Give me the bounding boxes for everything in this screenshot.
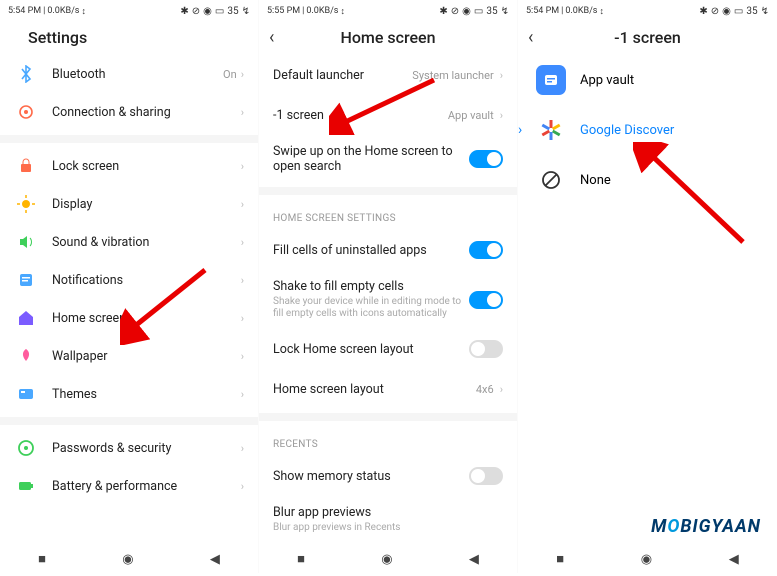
row-battery[interactable]: Battery & performance › bbox=[0, 467, 258, 505]
status-net: 0.0KB/s bbox=[565, 6, 597, 16]
chevron-icon: › bbox=[241, 198, 244, 211]
radio-none[interactable]: None bbox=[518, 155, 777, 205]
selected-icon: › bbox=[518, 122, 532, 138]
app-vault-icon bbox=[536, 65, 566, 95]
nav-back[interactable]: ◀ bbox=[210, 552, 220, 567]
row-blur-previews[interactable]: Blur app previews Blur app previews in R… bbox=[259, 496, 517, 543]
bluetooth-icon bbox=[14, 65, 38, 83]
nav-bar: ■ ◉ ◀ bbox=[259, 545, 517, 573]
status-time: 5:54 PM bbox=[526, 6, 559, 16]
nav-recents[interactable]: ■ bbox=[297, 551, 305, 567]
row-lockscreen[interactable]: Lock screen › bbox=[0, 147, 258, 185]
row-shake-fill[interactable]: Shake to fill empty cells Shake your dev… bbox=[259, 270, 517, 329]
row-bluetooth[interactable]: Bluetooth On › bbox=[0, 55, 258, 93]
nav-bar: ■ ◉ ◀ bbox=[518, 545, 777, 573]
sound-icon bbox=[14, 233, 38, 251]
chevron-icon: › bbox=[241, 68, 244, 81]
chevron-icon: › bbox=[241, 160, 244, 173]
security-icon bbox=[14, 439, 38, 457]
chevron-icon: › bbox=[241, 106, 244, 119]
google-discover-icon bbox=[536, 115, 566, 145]
dnd-icon: ⊘ bbox=[192, 6, 200, 17]
homescreen-panel: 5:55 PM | 0.0KB/s ↕ ✱⊘◉▭ 35↯ ‹ Home scre… bbox=[259, 0, 518, 573]
chevron-icon: › bbox=[241, 350, 244, 363]
section-header: RECENTS bbox=[259, 425, 517, 456]
status-time: 5:54 PM bbox=[8, 6, 41, 16]
lock-icon bbox=[14, 158, 38, 174]
toggle[interactable] bbox=[469, 467, 503, 485]
chevron-icon: › bbox=[241, 480, 244, 493]
row-wallpaper[interactable]: Wallpaper › bbox=[0, 337, 258, 375]
row-homescreen[interactable]: Home screen › bbox=[0, 299, 258, 337]
nav-back[interactable]: ◀ bbox=[469, 552, 479, 567]
wifi-icon: ◉ bbox=[203, 6, 212, 17]
home-icon bbox=[14, 309, 38, 327]
status-batt: 35 bbox=[227, 6, 238, 17]
page-title: -1 screen bbox=[552, 28, 743, 47]
chevron-icon: › bbox=[500, 383, 503, 396]
status-bar: 5:54 PM | 0.0KB/s ↕ ✱ ⊘ ◉ ▭ 35↯ bbox=[0, 0, 258, 19]
minus1-panel: 5:54 PM | 0.0KB/s ↕ ✱⊘◉▭ 35↯ ‹ -1 screen… bbox=[518, 0, 777, 573]
nav-home[interactable]: ◉ bbox=[641, 552, 652, 567]
status-net: 0.0KB/s bbox=[47, 6, 79, 16]
connection-icon bbox=[14, 103, 38, 121]
nav-home[interactable]: ◉ bbox=[122, 552, 133, 567]
chevron-icon: › bbox=[241, 236, 244, 249]
row-minus1-screen[interactable]: -1 screen App vault › bbox=[259, 95, 517, 135]
themes-icon bbox=[14, 385, 38, 403]
back-button[interactable]: ‹ bbox=[269, 27, 293, 48]
status-bar: 5:55 PM | 0.0KB/s ↕ ✱⊘◉▭ 35↯ bbox=[259, 0, 517, 19]
radio-google-discover[interactable]: › Google Discover bbox=[518, 105, 777, 155]
chevron-icon: › bbox=[241, 388, 244, 401]
nav-bar: ■ ◉ ◀ bbox=[0, 545, 258, 573]
row-sound[interactable]: Sound & vibration › bbox=[0, 223, 258, 261]
chevron-icon: › bbox=[241, 312, 244, 325]
row-connection[interactable]: Connection & sharing › bbox=[0, 93, 258, 131]
none-icon bbox=[536, 165, 566, 195]
battery-icon bbox=[14, 477, 38, 495]
status-time: 5:55 PM bbox=[267, 6, 300, 16]
settings-panel: 5:54 PM | 0.0KB/s ↕ ✱ ⊘ ◉ ▭ 35↯ Settings… bbox=[0, 0, 259, 573]
row-notifications[interactable]: Notifications › bbox=[0, 261, 258, 299]
nav-home[interactable]: ◉ bbox=[381, 552, 392, 567]
nav-recents[interactable]: ■ bbox=[556, 551, 564, 567]
row-layout[interactable]: Home screen layout 4x6 › bbox=[259, 369, 517, 409]
status-bar: 5:54 PM | 0.0KB/s ↕ ✱⊘◉▭ 35↯ bbox=[518, 0, 777, 19]
bluetooth-icon: ✱ bbox=[180, 6, 188, 17]
row-display[interactable]: Display › bbox=[0, 185, 258, 223]
chevron-icon: › bbox=[241, 442, 244, 455]
row-lock-layout[interactable]: Lock Home screen layout bbox=[259, 329, 517, 369]
wallpaper-icon bbox=[14, 347, 38, 365]
toggle[interactable] bbox=[469, 340, 503, 358]
section-header: HOME SCREEN SETTINGS bbox=[259, 199, 517, 230]
back-button[interactable]: ‹ bbox=[528, 27, 552, 48]
row-memory-status[interactable]: Show memory status bbox=[259, 456, 517, 496]
row-default-launcher[interactable]: Default launcher System launcher › bbox=[259, 55, 517, 95]
row-themes[interactable]: Themes › bbox=[0, 375, 258, 413]
toggle[interactable] bbox=[469, 291, 503, 309]
row-fill-cells[interactable]: Fill cells of uninstalled apps bbox=[259, 230, 517, 270]
row-passwords[interactable]: Passwords & security › bbox=[0, 429, 258, 467]
row-swipe-search[interactable]: Swipe up on the Home screen to open sear… bbox=[259, 135, 517, 183]
notifications-icon bbox=[14, 272, 38, 288]
toggle[interactable] bbox=[469, 241, 503, 259]
watermark: MOBIGYAAN bbox=[651, 516, 761, 537]
toggle[interactable] bbox=[469, 150, 503, 168]
nav-recents[interactable]: ■ bbox=[38, 551, 46, 567]
nav-back[interactable]: ◀ bbox=[729, 552, 739, 567]
radio-app-vault[interactable]: App vault bbox=[518, 55, 777, 105]
chevron-icon: › bbox=[500, 109, 503, 122]
display-icon bbox=[14, 195, 38, 213]
chevron-icon: › bbox=[241, 274, 244, 287]
page-title: Settings bbox=[10, 28, 248, 47]
page-title: Home screen bbox=[293, 28, 483, 47]
status-net: 0.0KB/s bbox=[306, 6, 338, 16]
battery-icon: ▭ bbox=[215, 6, 224, 17]
chevron-icon: › bbox=[500, 69, 503, 82]
